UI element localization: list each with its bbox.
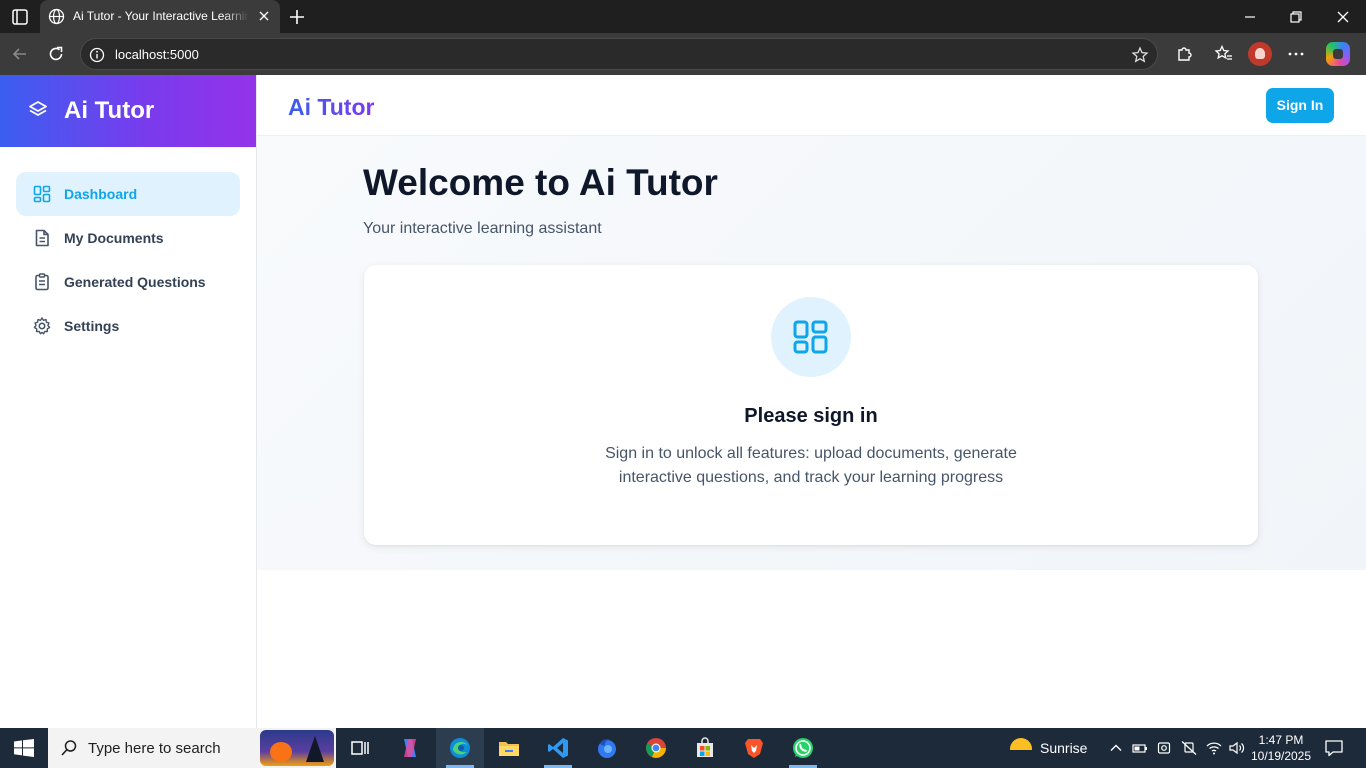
notifications-icon[interactable]	[1324, 739, 1344, 762]
sidebar-item-label: Dashboard	[64, 186, 138, 202]
clock-date: 10/19/2025	[1250, 749, 1312, 763]
task-view-button[interactable]	[336, 728, 384, 768]
taskbar-app-edge[interactable]	[436, 728, 484, 768]
page-subtitle: Your interactive learning assistant	[363, 220, 602, 237]
app-header: Ai Tutor Sign In	[257, 75, 1366, 136]
clipboard-icon	[32, 272, 52, 297]
copilot-icon[interactable]	[1326, 42, 1350, 66]
mic-muted-icon[interactable]	[1180, 740, 1198, 761]
taskbar-app-store[interactable]	[681, 728, 729, 768]
close-window-icon[interactable]	[1334, 8, 1352, 31]
search-placeholder: Type here to search	[88, 740, 221, 757]
taskbar-app-vscode[interactable]	[534, 728, 582, 768]
profile-avatar[interactable]	[1248, 42, 1272, 66]
tab-title: Ai Tutor - Your Interactive Learning Ass…	[73, 9, 249, 23]
main-content: Welcome to Ai Tutor Your interactive lea…	[257, 136, 1366, 570]
show-hidden-icons-chevron-up-icon[interactable]	[1108, 740, 1124, 761]
weather-sunrise-icon[interactable]	[1008, 736, 1034, 760]
clock-time: 1:47 PM	[1258, 733, 1304, 747]
taskbar-app-copilot[interactable]	[386, 728, 434, 768]
sidebar-item-generated-questions[interactable]: Generated Questions	[16, 260, 240, 304]
layers-icon	[27, 99, 49, 126]
browser-tab-active[interactable]: Ai Tutor - Your Interactive Learning Ass…	[40, 0, 280, 33]
brand-name: Ai Tutor	[64, 97, 155, 124]
search-highlight-image	[260, 730, 334, 766]
header-title: Ai Tutor	[288, 94, 375, 120]
sidebar-item-label: My Documents	[64, 230, 164, 246]
task-view-icon	[348, 736, 372, 760]
battery-icon[interactable]	[1131, 740, 1149, 761]
taskbar-app-firefox[interactable]	[583, 728, 631, 768]
taskbar-search[interactable]: Type here to search	[48, 728, 336, 768]
taskbar: Type here to search Sunrise 1:47 PM 10/1…	[0, 728, 1366, 768]
sidebar-item-label: Settings	[64, 318, 120, 334]
camera-icon[interactable]	[1156, 740, 1174, 761]
close-tab-icon[interactable]	[257, 9, 271, 28]
page-title: Welcome to Ai Tutor	[363, 162, 718, 203]
minimize-icon[interactable]	[1241, 8, 1259, 31]
favorites-icon[interactable]	[1214, 44, 1234, 69]
vscode-icon	[546, 736, 570, 760]
sidebar-item-my-documents[interactable]: My Documents	[16, 216, 240, 260]
sidebar-item-dashboard[interactable]: Dashboard	[16, 172, 240, 216]
restore-icon[interactable]	[1287, 8, 1305, 31]
horizon-shape	[1008, 750, 1034, 760]
tab-actions-icon[interactable]	[10, 7, 30, 27]
wifi-icon[interactable]	[1205, 740, 1223, 761]
sign-in-card: Please sign in Sign in to unlock all fea…	[364, 265, 1258, 545]
sidebar-brand[interactable]: Ai Tutor	[0, 75, 256, 147]
gear-icon	[32, 316, 52, 341]
search-icon	[60, 739, 78, 762]
windows-start-icon[interactable]	[14, 739, 34, 762]
browser-titlebar: Ai Tutor - Your Interactive Learning Ass…	[0, 0, 1366, 33]
taskbar-app-whatsapp[interactable]	[779, 728, 827, 768]
reload-icon[interactable]	[46, 44, 66, 69]
taskbar-app-chrome[interactable]	[632, 728, 680, 768]
taskbar-app-file-explorer[interactable]	[485, 728, 533, 768]
document-icon	[32, 228, 52, 253]
copilot-app-icon	[398, 736, 422, 760]
favorite-star-icon[interactable]	[1131, 46, 1149, 69]
card-description: Sign in to unlock all features: upload d…	[605, 445, 1017, 486]
card-dashboard-icon	[771, 297, 851, 377]
browser-toolbar: localhost:5000	[0, 33, 1366, 75]
globe-icon	[48, 8, 65, 30]
address-bar[interactable]: localhost:5000	[80, 38, 1158, 70]
sign-in-button[interactable]: Sign In	[1266, 88, 1334, 123]
new-tab-icon[interactable]	[287, 7, 307, 32]
taskbar-app-brave[interactable]	[730, 728, 778, 768]
site-info-icon[interactable]	[89, 47, 105, 68]
more-menu-icon[interactable]	[1286, 44, 1306, 69]
volume-icon[interactable]	[1228, 740, 1246, 761]
back-icon[interactable]	[10, 44, 30, 69]
card-title: Please sign in	[744, 405, 878, 427]
sidebar-item-label: Generated Questions	[64, 274, 206, 290]
system-clock[interactable]: 1:47 PM 10/19/2025	[1248, 732, 1314, 764]
whatsapp-icon	[791, 736, 815, 760]
weather-label[interactable]: Sunrise	[1040, 740, 1087, 756]
firefox-icon	[595, 736, 619, 760]
store-icon	[693, 736, 717, 760]
extensions-icon[interactable]	[1174, 44, 1194, 69]
url-text: localhost:5000	[115, 47, 199, 62]
folder-icon	[497, 736, 521, 760]
dashboard-icon	[32, 184, 52, 209]
sidebar-item-settings[interactable]: Settings	[16, 304, 240, 348]
edge-icon	[448, 736, 472, 760]
sidebar: Ai Tutor Dashboard My Documents Generate…	[0, 75, 257, 728]
brave-icon	[742, 736, 766, 760]
chrome-icon	[644, 736, 668, 760]
